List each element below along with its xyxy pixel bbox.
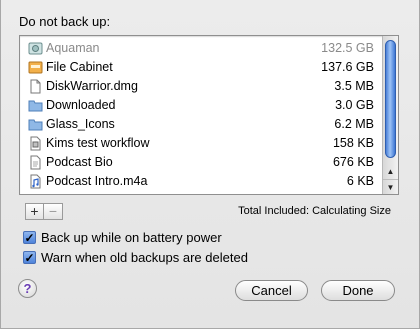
cancel-button[interactable]: Cancel [235,280,308,301]
item-name: Aquaman [46,41,100,55]
audio-file-icon [30,174,41,189]
exclusion-rows: Aquaman 132.5 GB File Cabinet 137.6 GB D… [20,39,382,191]
list-item[interactable]: Kims test workflow 158 KB [20,134,382,153]
list-item[interactable]: Podcast Bio 676 KB [20,153,382,172]
item-name: Glass_Icons [46,117,115,131]
list-item[interactable]: Glass_Icons 6.2 MB [20,115,382,134]
item-name: DiskWarrior.dmg [46,79,138,93]
remove-button[interactable]: − [44,203,63,220]
checkbox-checked-icon[interactable]: ✓ [23,250,36,264]
item-name: Kims test workflow [46,136,150,150]
list-item[interactable]: File Cabinet 137.6 GB [20,58,382,77]
item-size: 3.0 GB [335,98,374,112]
help-button[interactable]: ? [18,279,37,298]
workflow-icon [30,136,41,151]
folder-icon [28,119,43,131]
add-button[interactable]: + [25,203,44,220]
item-name: Downloaded [46,98,116,112]
scroll-up-arrow-icon[interactable]: ▲ [383,164,398,179]
scroll-down-arrow-icon[interactable]: ▼ [383,179,398,195]
warn-old-backups-label: Warn when old backups are deleted [41,249,248,265]
time-machine-options-sheet: Do not back up: Aquaman 132.5 GB File Ca… [0,0,420,329]
item-name: Podcast Bio [46,155,113,169]
volume-icon [28,61,43,74]
checkbox-checked-icon[interactable]: ✓ [23,230,36,244]
battery-power-checkbox-row[interactable]: ✓ Back up while on battery power [23,229,222,245]
scrollbar-thumb[interactable] [385,40,396,158]
vertical-scrollbar[interactable]: ▲ ▼ [382,36,398,194]
item-size: 158 KB [332,136,374,150]
document-icon [30,155,41,170]
item-name: Podcast Intro.m4a [46,174,148,188]
list-item[interactable]: DiskWarrior.dmg 3.5 MB [20,77,382,96]
item-size: 132.5 GB [321,41,374,55]
item-size: 676 KB [332,155,374,169]
done-button[interactable]: Done [321,280,395,301]
warn-old-backups-checkbox-row[interactable]: ✓ Warn when old backups are deleted [23,249,248,265]
total-included-text: Total Included: Calculating Size [238,205,391,217]
add-remove-controls: + − [25,203,63,220]
item-size: 6 KB [346,174,374,188]
folder-icon [28,100,43,112]
list-item[interactable]: Podcast Intro.m4a 6 KB [20,172,382,191]
battery-power-label: Back up while on battery power [41,229,222,245]
item-size: 6.2 MB [334,117,374,131]
document-icon [30,79,41,94]
drive-icon [28,42,43,55]
item-size: 3.5 MB [334,79,374,93]
item-name: File Cabinet [46,60,113,74]
item-size: 137.6 GB [321,60,374,74]
exclusions-heading: Do not back up: [19,14,111,29]
list-item[interactable]: Aquaman 132.5 GB [20,39,382,58]
exclusion-list[interactable]: Aquaman 132.5 GB File Cabinet 137.6 GB D… [19,35,399,195]
list-item[interactable]: Downloaded 3.0 GB [20,96,382,115]
